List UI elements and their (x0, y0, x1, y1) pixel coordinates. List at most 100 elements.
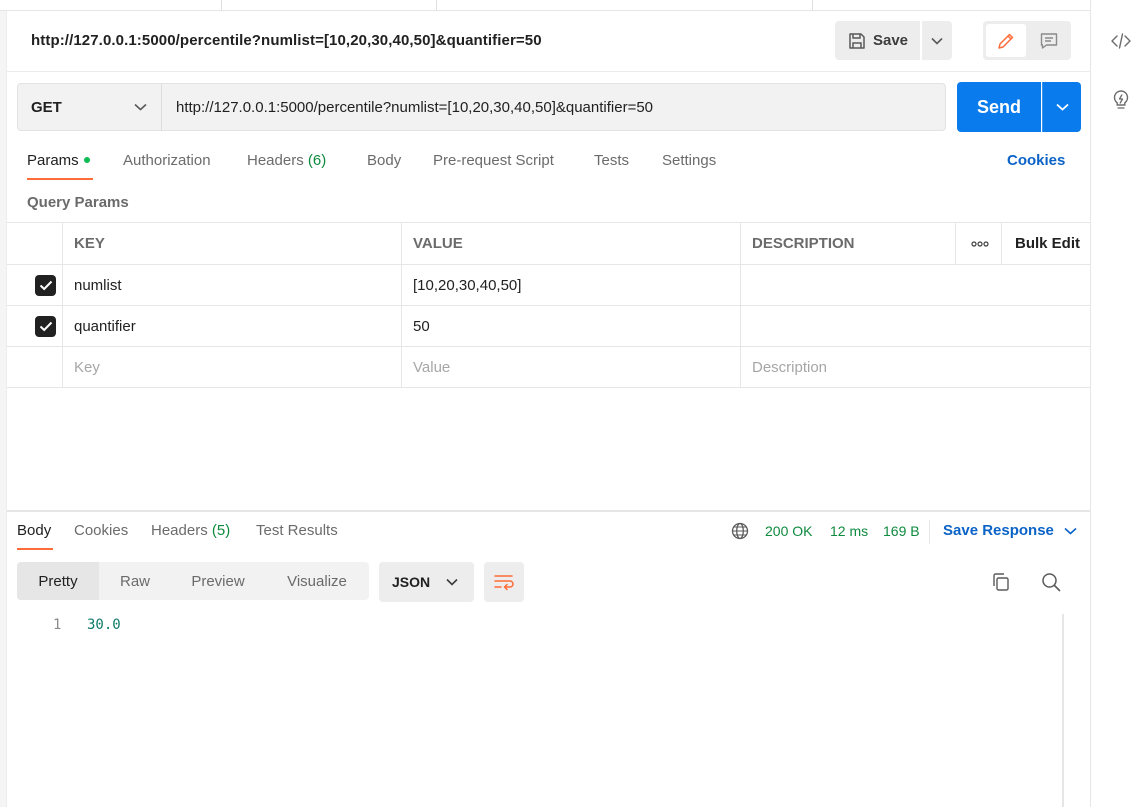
pane-divider[interactable] (7, 510, 1090, 512)
copy-icon[interactable] (990, 571, 1012, 593)
table-row: quantifier 50 (7, 306, 1090, 347)
tab-separator (812, 0, 813, 11)
chevron-down-icon (134, 103, 147, 111)
lightbulb-icon[interactable] (1110, 89, 1132, 111)
tab-count: (5) (211, 522, 231, 539)
column-header-description: DESCRIPTION (752, 235, 855, 252)
request-title-bar: http://127.0.0.1:5000/percentile?numlist… (7, 11, 1090, 72)
save-button[interactable]: Save (835, 21, 920, 60)
status-code[interactable]: 200 OK (765, 523, 812, 539)
column-header-value: VALUE (413, 235, 463, 252)
response-tab-test-results[interactable]: Test Results (256, 522, 338, 539)
response-tab-cookies[interactable]: Cookies (74, 522, 128, 539)
format-label: JSON (392, 574, 431, 590)
tab-settings[interactable]: Settings (662, 152, 716, 169)
response-time[interactable]: 12 ms (830, 523, 868, 539)
comments-button[interactable] (1029, 24, 1069, 57)
url-text: http://127.0.0.1:5000/percentile?numlist… (176, 98, 654, 116)
view-visualize[interactable]: Visualize (265, 562, 369, 600)
save-response-label: Save Response (943, 522, 1054, 539)
globe-icon[interactable] (731, 522, 749, 543)
bulk-edit-button[interactable]: Bulk Edit (1003, 223, 1080, 264)
table-row-new: Key Value Description (7, 347, 1090, 388)
response-tab-body[interactable]: Body (17, 522, 51, 539)
tab-label: Cookies (74, 522, 129, 539)
format-select[interactable]: JSON (379, 562, 474, 602)
new-value-input[interactable]: Value (401, 347, 450, 387)
tab-separator (436, 0, 437, 11)
param-checkbox[interactable] (35, 316, 56, 337)
right-sidebar (1090, 0, 1147, 807)
tab-body[interactable]: Body (367, 152, 401, 169)
view-pretty[interactable]: Pretty (17, 562, 99, 600)
send-options-button[interactable] (1042, 82, 1081, 132)
search-icon[interactable] (1040, 571, 1062, 593)
tab-strip (0, 0, 1090, 11)
param-key[interactable]: numlist (62, 265, 122, 305)
pencil-icon (998, 33, 1014, 49)
checkmark-icon (39, 280, 52, 291)
response-value[interactable]: 30.0 (87, 617, 121, 633)
params-indicator-dot (83, 157, 90, 164)
editor-scrollbar[interactable] (1062, 614, 1064, 807)
chevron-down-icon (1064, 527, 1077, 535)
edit-mode-button[interactable] (986, 24, 1026, 57)
divider (929, 520, 930, 544)
param-checkbox[interactable] (35, 275, 56, 296)
left-sidebar-edge (0, 11, 7, 807)
tab-tests[interactable]: Tests (594, 152, 629, 169)
params-table: KEY VALUE DESCRIPTION Bulk Edit numlist … (7, 222, 1090, 388)
code-icon[interactable] (1110, 30, 1132, 52)
tab-label: Body (17, 522, 52, 539)
line-number: 1 (53, 617, 62, 633)
tab-authorization[interactable]: Authorization (123, 152, 211, 169)
active-tab-underline (27, 178, 93, 180)
view-raw[interactable]: Raw (99, 562, 171, 600)
tab-headers[interactable]: Headers (6) (247, 152, 326, 169)
param-key[interactable]: quantifier (62, 306, 136, 346)
tab-label: Pre-request Script (433, 152, 554, 169)
tab-label: Settings (662, 152, 717, 169)
param-description[interactable] (740, 265, 1090, 305)
param-value[interactable]: [10,20,30,40,50] (401, 265, 521, 305)
edit-comment-toggle (983, 21, 1071, 60)
response-size[interactable]: 169 B (883, 523, 920, 539)
save-response-button[interactable]: Save Response (943, 522, 1077, 539)
method-label: GET (31, 98, 62, 116)
request-title[interactable]: http://127.0.0.1:5000/percentile?numlist… (31, 32, 542, 49)
new-description-input[interactable]: Description (740, 347, 827, 387)
response-body-editor[interactable]: 1 30.0 (7, 612, 1063, 807)
save-group: Save (835, 21, 952, 60)
param-value[interactable]: 50 (401, 306, 430, 346)
response-tab-headers[interactable]: Headers (5) (151, 522, 230, 539)
wrap-lines-button[interactable] (484, 562, 524, 602)
url-input[interactable]: http://127.0.0.1:5000/percentile?numlist… (161, 83, 946, 131)
active-tab-underline (17, 548, 53, 550)
checkmark-icon (39, 321, 52, 332)
more-options-icon[interactable] (957, 223, 989, 264)
view-mode-switch: Pretty Raw Preview Visualize (17, 562, 369, 600)
view-preview[interactable]: Preview (171, 562, 265, 600)
tab-label: Headers (247, 152, 308, 169)
param-description[interactable] (740, 306, 1090, 346)
save-icon (849, 32, 865, 49)
tab-label: Authorization (123, 152, 211, 169)
cookies-link[interactable]: Cookies (1007, 152, 1065, 169)
method-select[interactable]: GET (17, 83, 162, 131)
tab-label: Tests (594, 152, 630, 169)
tab-label: Headers (151, 522, 212, 539)
table-header-row: KEY VALUE DESCRIPTION Bulk Edit (7, 222, 1090, 265)
column-header-key: KEY (74, 235, 105, 252)
tab-label: Params (27, 152, 79, 169)
table-row: numlist [10,20,30,40,50] (7, 265, 1090, 306)
save-options-button[interactable] (922, 21, 952, 60)
query-params-heading: Query Params (27, 194, 129, 211)
tab-params[interactable]: Params (27, 152, 90, 169)
tab-separator (221, 0, 222, 11)
tab-count: (6) (307, 152, 327, 169)
tab-pre-request-script[interactable]: Pre-request Script (433, 152, 554, 169)
tab-label: Body (367, 152, 402, 169)
send-button[interactable]: Send (957, 82, 1041, 132)
new-key-input[interactable]: Key (62, 347, 100, 387)
wrap-lines-icon (494, 575, 514, 591)
